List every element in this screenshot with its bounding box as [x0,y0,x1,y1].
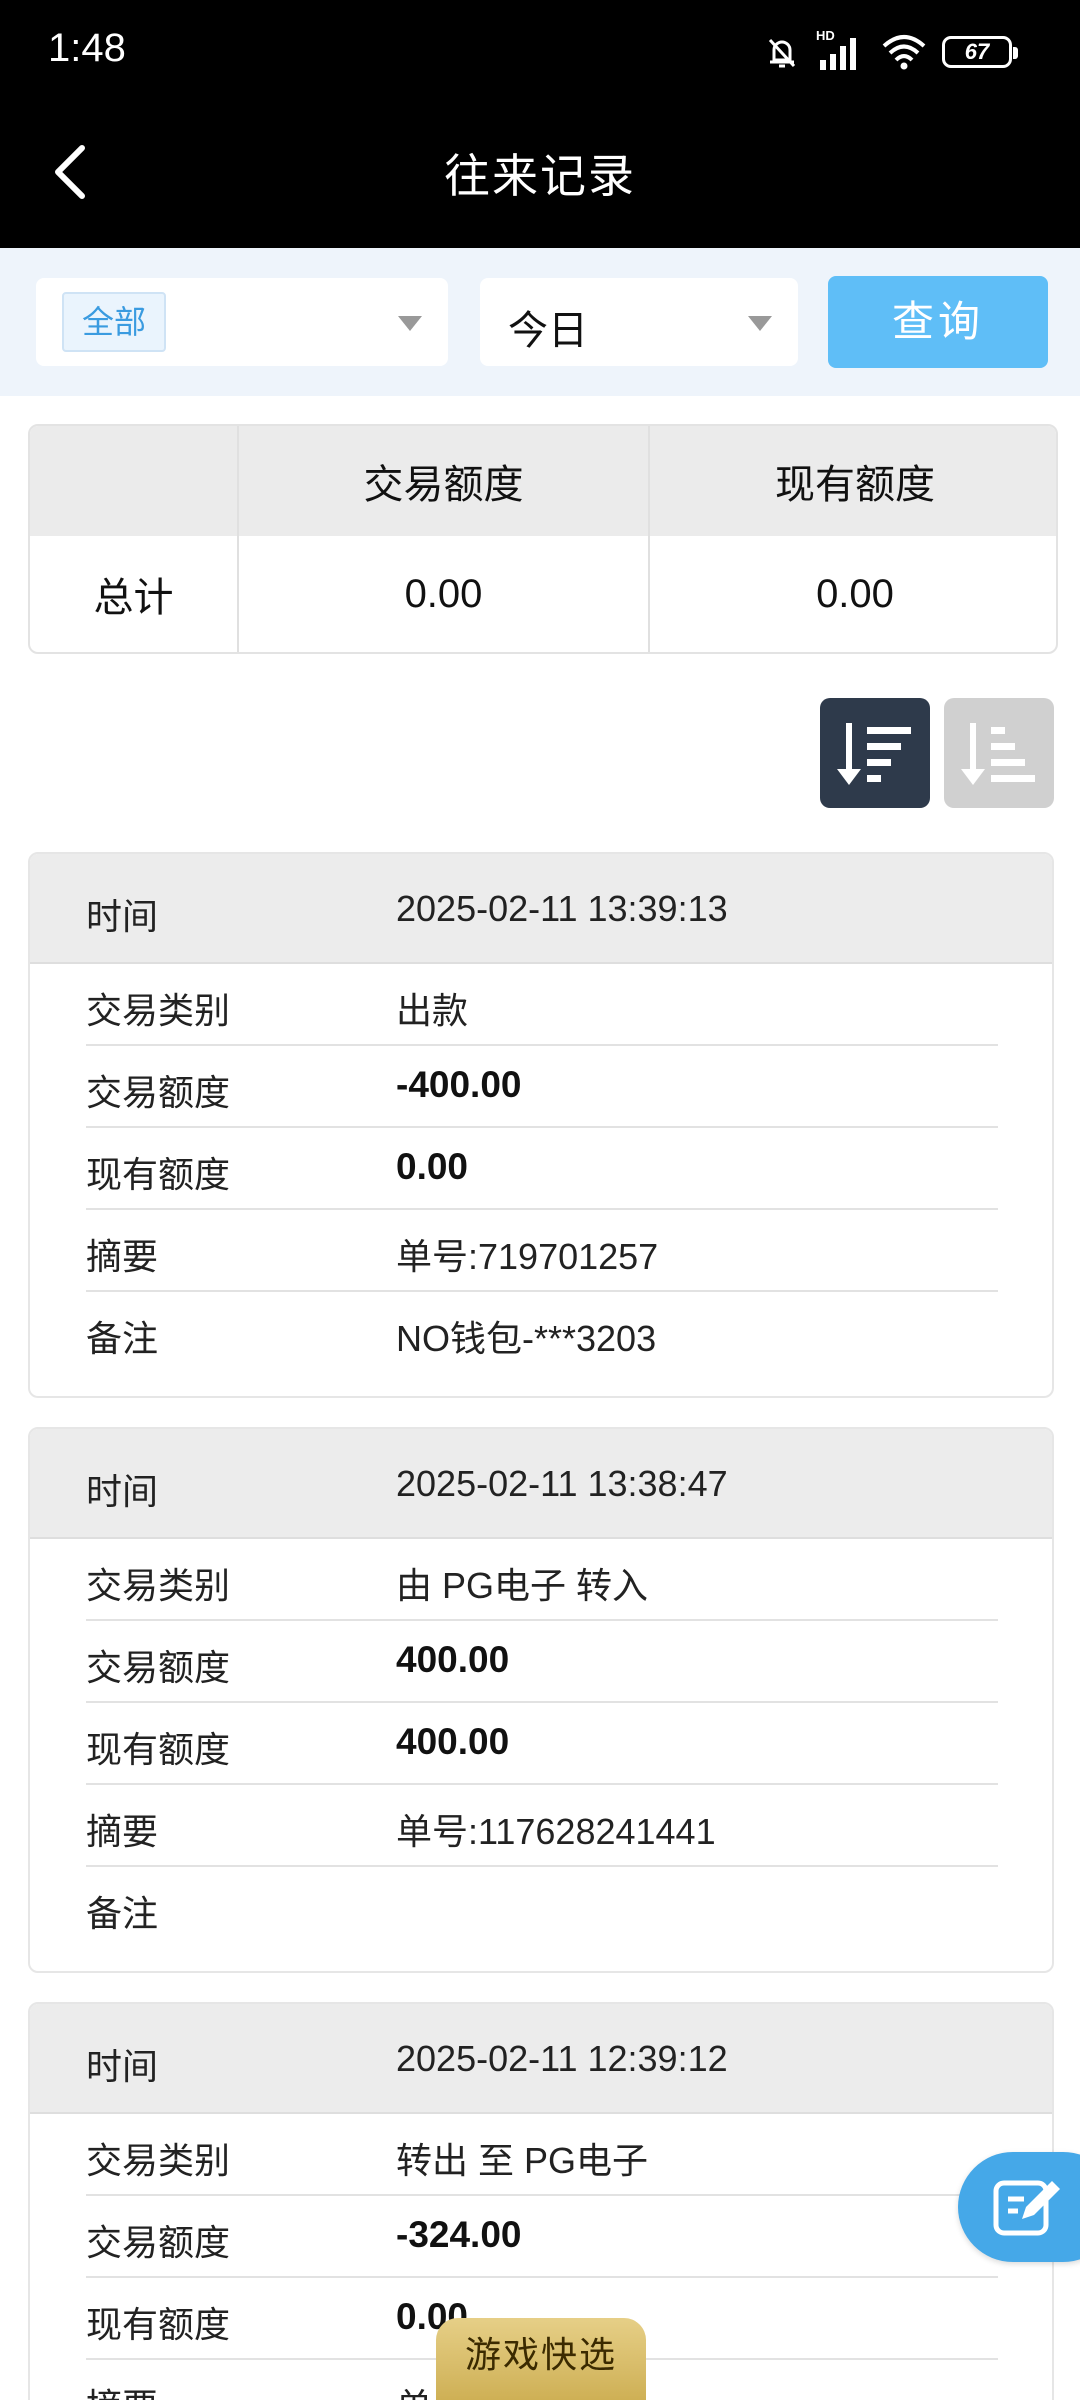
status-time: 1:48 [48,26,126,70]
edit-icon [993,2180,1060,2236]
caret-down-icon [748,316,772,331]
record-type: 转出 至 PG电子 [396,2140,649,2181]
filter-bar: 全部 今日 查询 [0,248,1080,396]
record-balance-row: 现有额度 0.00 [30,1128,1052,1210]
record-type-label: 交易类别 [86,991,231,1032]
record-time: 2025-02-11 13:39:13 [396,888,728,929]
status-bar: 1:48 HD 67 [0,0,1080,100]
record-balance-label: 现有额度 [86,2305,231,2346]
sort-descending-icon [837,723,911,785]
record-note-row: 备注 NO钱包-***3203 [30,1292,1052,1374]
caret-down-icon [398,316,422,331]
edit-float-button[interactable] [958,2152,1080,2262]
summary-table: 交易额度 现有额度 总计 0.00 0.00 [28,424,1058,654]
record-summary-label: 摘要 [86,1812,159,1853]
record-type-row: 交易类别 转出 至 PG电子 [30,2114,1052,2196]
record-type-label: 交易类别 [86,1566,231,1607]
record-type-row: 交易类别 出款 [30,964,1052,1046]
record-time-row: 时间 2025-02-11 13:38:47 [30,1429,1052,1539]
record-note-label: 备注 [86,1894,159,1935]
sort-ascending-icon [961,723,1035,785]
record-card: 时间 2025-02-11 13:39:13 交易类别 出款 交易额度 -400… [28,852,1054,1398]
record-time-row: 时间 2025-02-11 12:39:12 [30,2004,1052,2114]
query-button[interactable]: 查询 [828,276,1048,368]
wifi-icon [882,35,926,70]
summary-current-total: 0.00 [816,571,894,616]
page-title: 往来记录 [444,149,636,203]
record-time: 2025-02-11 12:39:12 [396,2038,728,2079]
record-amount: -324.00 [396,2214,522,2255]
record-balance-row: 现有额度 400.00 [30,1703,1052,1785]
record-time: 2025-02-11 13:38:47 [396,1463,728,1504]
date-select[interactable]: 今日 [480,278,798,366]
record-note-label: 备注 [86,1319,159,1360]
record-amount-label: 交易额度 [86,1648,231,1689]
sort-ascending-button[interactable] [944,698,1054,808]
record-time-label: 时间 [86,2047,159,2088]
record-amount-label: 交易额度 [86,1073,231,1114]
summary-col-trade: 交易额度 [363,462,524,508]
record-type: 出款 [396,990,469,1031]
battery-icon: 67 [942,36,1018,68]
record-balance-label: 现有额度 [86,1730,231,1771]
network-badge: HD [816,28,835,43]
bell-off-icon [768,38,796,68]
record-time-label: 时间 [86,1472,159,1513]
record-type-row: 交易类别 由 PG电子 转入 [30,1539,1052,1621]
record-amount-row: 交易额度 -400.00 [30,1046,1052,1128]
signal-icon: HD [816,28,866,72]
record-note: NO钱包-***3203 [396,1318,657,1359]
record-amount: -400.00 [396,1064,522,1105]
record-summary: 单号:719701257 [396,1236,659,1277]
record-summary: 单号:117628241441 [396,1811,716,1852]
record-balance: 400.00 [396,1721,510,1762]
record-amount-row: 交易额度 -324.00 [30,2196,1052,2278]
record-summary-row: 摘要 单号:719701257 [30,1210,1052,1292]
record-card: 时间 2025-02-11 13:38:47 交易类别 由 PG电子 转入 交易… [28,1427,1054,1973]
record-balance: 0.00 [396,1146,469,1187]
type-select[interactable]: 全部 [36,278,448,366]
record-note-row: 备注 [30,1867,1052,1949]
record-time-row: 时间 2025-02-11 13:39:13 [30,854,1052,964]
record-amount-label: 交易额度 [86,2223,231,2264]
date-select-value: 今日 [508,308,588,354]
status-icons: HD 67 [762,28,1018,74]
record-type: 由 PG电子 转入 [396,1565,649,1606]
summary-row-label: 总计 [93,575,174,621]
record-time-label: 时间 [86,897,159,938]
type-select-value: 全部 [62,292,167,352]
record-summary-label: 摘要 [86,2378,158,2400]
quick-game-button[interactable]: 游戏快选 [436,2318,646,2400]
record-amount-row: 交易额度 400.00 [30,1621,1052,1703]
record-amount: 400.00 [396,1639,510,1680]
record-summary-row: 摘要 单号:117628241441 [30,1785,1052,1867]
app-header: 往来记录 [0,100,1080,248]
record-balance-label: 现有额度 [86,1155,231,1196]
record-summary-label: 摘要 [86,1237,159,1278]
sort-descending-button[interactable] [820,698,930,808]
summary-col-current: 现有额度 [775,462,935,508]
record-type-label: 交易类别 [86,2141,231,2182]
summary-trade-total: 0.00 [404,571,483,616]
